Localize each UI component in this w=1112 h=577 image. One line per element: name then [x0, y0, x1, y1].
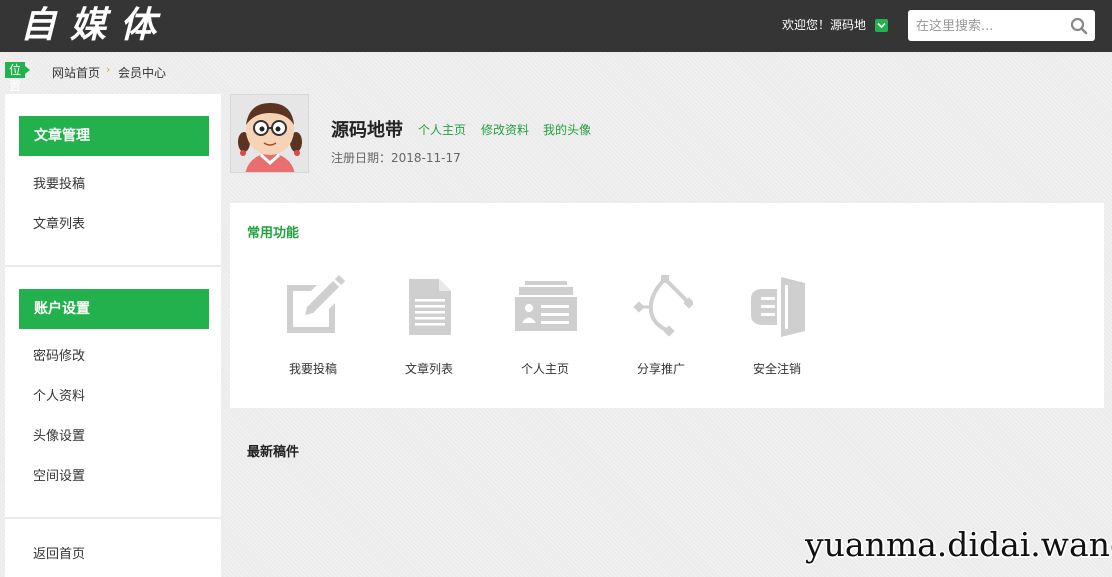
- username: 源码地带: [331, 120, 403, 141]
- function-share[interactable]: 分享推广: [611, 275, 711, 385]
- function-logout[interactable]: 安全注销: [727, 275, 827, 385]
- common-functions-title: 常用功能: [247, 226, 300, 241]
- breadcrumb-home-link[interactable]: 网站首页: [52, 64, 100, 81]
- search-icon[interactable]: [1070, 17, 1088, 35]
- top-header: 自媒体 欢迎您！源码地: [0, 0, 1112, 52]
- breadcrumb-separator-icon: ›: [106, 63, 111, 76]
- sidebar: 文章管理 我要投稿 文章列表 账户设置 密码修改 个人资料 头像设置 空间设置 …: [5, 94, 221, 577]
- registration-date: 注册日期：2018-11-17: [331, 151, 461, 165]
- site-logo[interactable]: 自媒体: [20, 2, 170, 48]
- function-submit[interactable]: 我要投稿: [263, 275, 363, 385]
- function-label: 文章列表: [404, 362, 453, 376]
- sidebar-section-article-management[interactable]: 文章管理: [19, 116, 209, 156]
- personal-homepage-link[interactable]: 个人主页: [418, 121, 466, 138]
- logout-icon: [751, 277, 805, 337]
- function-label: 安全注销: [752, 362, 801, 376]
- sidebar-section-account-settings[interactable]: 账户设置: [19, 289, 209, 329]
- sidebar-item-space[interactable]: 空间设置: [33, 468, 85, 486]
- sidebar-item-avatar[interactable]: 头像设置: [33, 428, 85, 446]
- user-dropdown-icon[interactable]: [875, 19, 888, 32]
- watermark: yuanma.didai.wang: [805, 525, 1112, 564]
- profile-card-icon: [515, 281, 577, 331]
- breadcrumb-tag: 位置: [5, 62, 31, 93]
- breadcrumb-current[interactable]: 会员中心: [118, 64, 166, 81]
- welcome-text[interactable]: 欢迎您！源码地: [782, 17, 866, 33]
- edit-icon: [287, 275, 345, 333]
- sidebar-item-article-list[interactable]: 文章列表: [33, 216, 85, 234]
- function-label: 分享推广: [636, 362, 685, 376]
- function-article-list[interactable]: 文章列表: [379, 275, 479, 385]
- function-personal-homepage[interactable]: 个人主页: [495, 275, 595, 385]
- function-label: 个人主页: [520, 362, 569, 376]
- sidebar-item-change-password[interactable]: 密码修改: [33, 348, 85, 366]
- function-label: 我要投稿: [288, 362, 337, 376]
- sidebar-divider: [5, 517, 221, 519]
- sidebar-divider: [5, 265, 221, 267]
- avatar[interactable]: [230, 94, 309, 173]
- edit-profile-link[interactable]: 修改资料: [481, 121, 529, 138]
- share-icon: [633, 275, 693, 337]
- search-input[interactable]: [916, 16, 1066, 36]
- common-functions-panel: 常用功能 我要投稿 文章列表 个人主页 分享推广 安全注销: [230, 203, 1104, 408]
- sidebar-item-back-home[interactable]: 返回首页: [33, 546, 85, 564]
- sidebar-item-profile[interactable]: 个人资料: [33, 388, 85, 406]
- document-icon: [409, 279, 451, 335]
- latest-submissions-title: 最新稿件: [247, 445, 300, 460]
- search-box: [908, 10, 1095, 41]
- my-avatar-link[interactable]: 我的头像: [543, 121, 591, 138]
- sidebar-item-submit[interactable]: 我要投稿: [33, 176, 85, 194]
